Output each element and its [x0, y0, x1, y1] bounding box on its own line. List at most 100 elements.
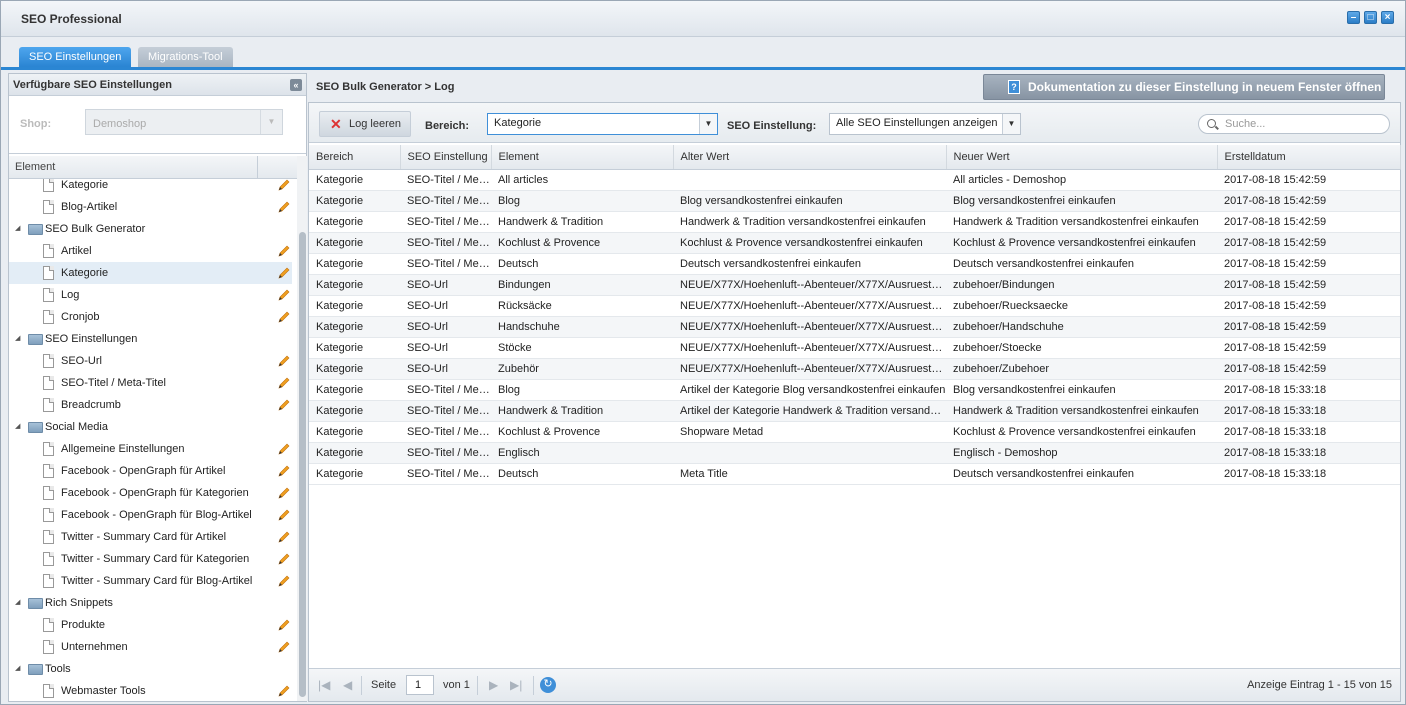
table-row[interactable]: KategorieSEO-Titel / Meta-TitelAll artic… — [309, 169, 1400, 191]
tree-item[interactable]: Unternehmen — [9, 636, 292, 658]
tree-item[interactable]: Webmaster Tools — [9, 680, 292, 701]
column-header[interactable]: Alter Wert — [673, 145, 947, 170]
table-row[interactable]: KategorieSEO-Titel / Meta-TitelHandwerk … — [309, 211, 1400, 233]
table-row[interactable]: KategorieSEO-Titel / Meta-TitelDeutschMe… — [309, 463, 1400, 485]
tree-folder[interactable]: ◢ Tools — [9, 658, 292, 680]
tree-item[interactable]: Kategorie — [9, 262, 292, 284]
table-row[interactable]: Kategorie SEO-Url Stöcke NEUE/X77X/Hoehenlu… — [309, 337, 1400, 359]
expand-icon[interactable]: ◢ — [15, 592, 20, 614]
pencil-icon[interactable] — [276, 441, 292, 457]
pencil-icon[interactable] — [276, 397, 292, 413]
pencil-icon[interactable] — [276, 507, 292, 523]
expand-icon[interactable]: ◢ — [15, 218, 20, 240]
tree-item[interactable]: Produkte — [9, 614, 292, 636]
tree-item[interactable]: Cronjob — [9, 306, 292, 328]
minimize-icon[interactable]: – — [1347, 11, 1360, 24]
seo-setting-select[interactable]: Alle SEO Einstellungen anzeigen ▼ — [829, 113, 1021, 135]
pencil-icon[interactable] — [276, 309, 292, 325]
tree-item[interactable]: Blog-Artikel — [9, 196, 292, 218]
bereich-select[interactable]: Kategorie ▼ — [487, 113, 718, 135]
pencil-icon[interactable] — [276, 617, 292, 633]
table-row[interactable]: Kategorie SEO-Url Bindungen NEUE/X77X/Hoehe… — [309, 274, 1400, 296]
pencil-icon[interactable] — [276, 199, 292, 215]
column-header[interactable]: SEO Einstellung — [400, 145, 492, 170]
tab-seo-einstellungen[interactable]: SEO Einstellungen — [19, 47, 132, 67]
tree-item[interactable]: Log — [9, 284, 292, 306]
column-header[interactable]: Element — [491, 145, 674, 170]
tree-item[interactable]: Twitter - Summary Card für Blog-Artikel — [9, 570, 292, 592]
tree-item[interactable]: Breadcrumb — [9, 394, 292, 416]
collapse-icon[interactable]: « — [290, 79, 302, 91]
tree-item[interactable]: Allgemeine Einstellungen — [9, 438, 292, 460]
expand-icon[interactable]: ◢ — [15, 658, 20, 680]
expand-icon[interactable]: ◢ — [15, 416, 20, 438]
pencil-icon[interactable] — [276, 287, 292, 303]
tab-migrations-tool[interactable]: Migrations-Tool — [138, 47, 233, 67]
table-row[interactable]: Kategorie SEO-Url Zubehör NEUE/X77X/Hoehenl… — [309, 358, 1400, 380]
tree-item[interactable]: Kategorie — [9, 179, 292, 196]
table-row[interactable]: Kategorie SEO-Url Rücksäcke NEUE/X77X/Hoehe… — [309, 295, 1400, 317]
table-row[interactable]: Kategorie SEO-Url Handschuhe NEUE/X77X/Hoeh… — [309, 316, 1400, 338]
chevron-down-icon[interactable]: ▼ — [260, 110, 282, 134]
pencil-icon[interactable] — [276, 573, 292, 589]
pencil-icon[interactable] — [276, 551, 292, 567]
close-icon[interactable]: × — [1381, 11, 1394, 24]
pencil-icon[interactable] — [276, 375, 292, 391]
next-page-icon[interactable]: ▶ — [489, 678, 498, 692]
first-page-icon[interactable]: |◀ — [318, 678, 330, 692]
pencil-icon[interactable] — [276, 265, 292, 281]
search-input[interactable]: Suche... — [1198, 114, 1390, 134]
pencil-icon[interactable] — [276, 485, 292, 501]
table-row[interactable]: KategorieSEO-Titel / Meta-TitelHandwerk … — [309, 400, 1400, 422]
tree-item[interactable]: SEO-Url — [9, 350, 292, 372]
column-header[interactable]: Bereich — [309, 145, 401, 170]
scrollbar-thumb[interactable] — [299, 232, 306, 697]
clear-log-button[interactable]: ✕ Log leeren — [319, 111, 411, 137]
pencil-icon[interactable] — [276, 683, 292, 699]
tree-folder[interactable]: ◢ Social Media — [9, 416, 292, 438]
page-number-input[interactable]: 1 — [406, 675, 434, 695]
tree-column-header[interactable]: Element — [9, 156, 297, 179]
pencil-icon[interactable] — [276, 353, 292, 369]
chevron-down-icon[interactable]: ▼ — [1002, 114, 1020, 134]
tree-item[interactable]: Facebook - OpenGraph für Kategorien — [9, 482, 292, 504]
documentation-button[interactable]: ? Dokumentation zu dieser Einstellung in… — [983, 74, 1385, 100]
file-icon — [43, 266, 54, 280]
refresh-icon[interactable]: ↻ — [540, 677, 556, 693]
prev-page-icon[interactable]: ◀ — [343, 678, 352, 692]
table-cell: Kategorie — [309, 358, 400, 380]
tree-item[interactable]: SEO-Titel / Meta-Titel — [9, 372, 292, 394]
tree-item[interactable]: Artikel — [9, 240, 292, 262]
tree-item[interactable]: Twitter - Summary Card für Kategorien — [9, 548, 292, 570]
pencil-icon[interactable] — [276, 179, 292, 193]
tree-folder[interactable]: ◢ SEO Einstellungen — [9, 328, 292, 350]
table-row[interactable]: KategorieSEO-Titel / Meta-TitelBlogArtik… — [309, 379, 1400, 401]
table-cell: Kategorie — [309, 253, 400, 275]
tree-item[interactable]: Facebook - OpenGraph für Artikel — [9, 460, 292, 482]
file-icon — [43, 574, 54, 588]
column-header[interactable]: Neuer Wert — [946, 145, 1218, 170]
tree-scrollbar[interactable] — [297, 156, 307, 701]
table-row[interactable]: KategorieSEO-Titel / Meta-TitelKochlust … — [309, 232, 1400, 254]
table-row[interactable]: KategorieSEO-Titel / Meta-TitelDeutschDe… — [309, 253, 1400, 275]
pencil-icon[interactable] — [276, 529, 292, 545]
pencil-icon[interactable] — [276, 243, 292, 259]
maximize-icon[interactable]: □ — [1364, 11, 1377, 24]
tree-item[interactable]: Twitter - Summary Card für Artikel — [9, 526, 292, 548]
table-row[interactable]: KategorieSEO-Titel / Meta-TitelEnglisch E… — [309, 442, 1400, 464]
shop-select[interactable]: Demoshop ▼ — [85, 109, 283, 135]
expand-icon[interactable]: ◢ — [15, 328, 20, 350]
pencil-icon[interactable] — [276, 639, 292, 655]
tree-item[interactable]: Facebook - OpenGraph für Blog-Artikel — [9, 504, 292, 526]
last-page-icon[interactable]: ▶| — [510, 678, 522, 692]
file-icon — [43, 618, 54, 632]
tree-folder[interactable]: ◢ SEO Bulk Generator — [9, 218, 292, 240]
table-cell: Bindungen — [491, 274, 673, 296]
column-header[interactable]: Erstelldatum — [1217, 145, 1401, 170]
tree-folder-label: Rich Snippets — [45, 597, 113, 609]
table-row[interactable]: KategorieSEO-Titel / Meta-TitelBlogBlog … — [309, 190, 1400, 212]
pencil-icon[interactable] — [276, 463, 292, 479]
table-row[interactable]: KategorieSEO-Titel / Meta-TitelKochlust … — [309, 421, 1400, 443]
tree-folder[interactable]: ◢ Rich Snippets — [9, 592, 292, 614]
chevron-down-icon[interactable]: ▼ — [699, 114, 717, 134]
